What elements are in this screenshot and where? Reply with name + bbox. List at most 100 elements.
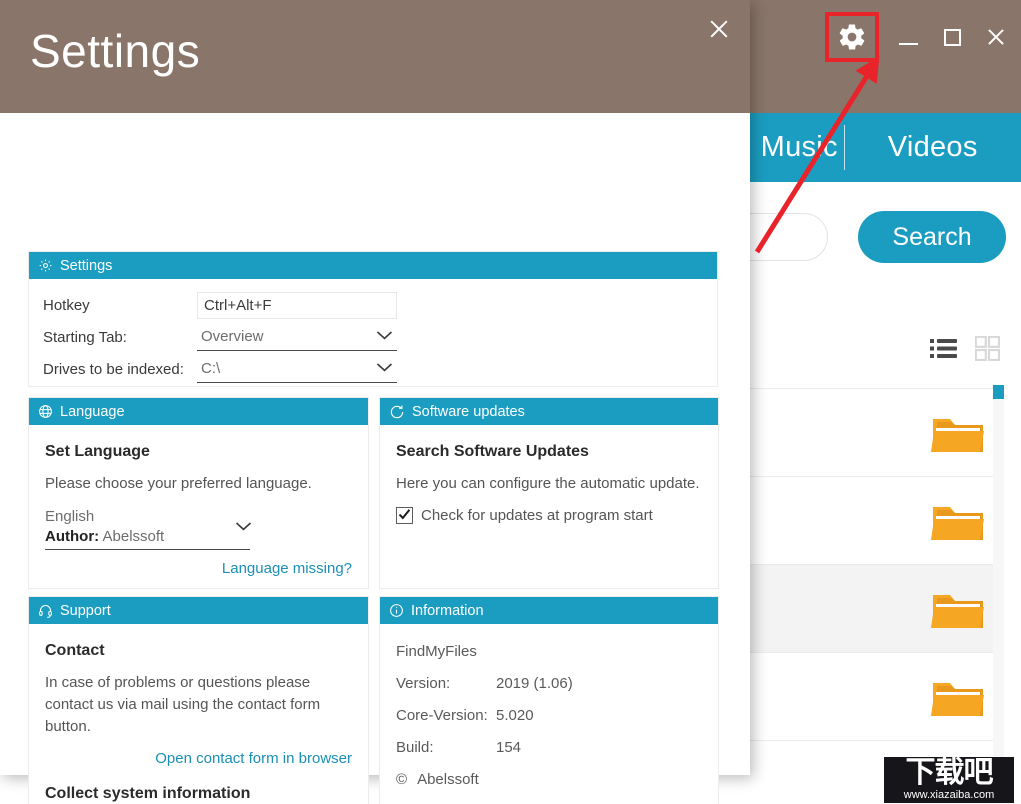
folder-icon: [931, 506, 984, 540]
copyright-symbol: ©: [396, 771, 408, 788]
settings-dialog-body: Settings Hotkey Starting Tab: Overview: [0, 113, 750, 804]
panel-settings-title: Settings: [60, 257, 113, 274]
panel-support-title: Support: [60, 602, 111, 619]
build-value: 154: [496, 739, 522, 756]
watermark-text: 下载吧: [905, 757, 994, 790]
language-author-label: Author:: [45, 528, 100, 545]
info-icon: [390, 604, 403, 617]
tab-divider: [844, 125, 846, 170]
chevron-down-icon: [376, 331, 393, 340]
language-missing-link[interactable]: Language missing?: [45, 560, 352, 577]
starting-tab-select[interactable]: Overview: [197, 323, 397, 351]
list-view-button[interactable]: [930, 338, 957, 359]
gear-icon: [39, 259, 52, 272]
window-controls: [825, 12, 1013, 62]
open-contact-form-link[interactable]: Open contact form in browser: [45, 750, 352, 767]
table-row[interactable]: [750, 477, 1000, 565]
chevron-down-icon: [376, 363, 393, 372]
panel-information-header: Information: [380, 597, 718, 624]
close-icon: [708, 18, 730, 40]
product-name: FindMyFiles: [396, 643, 477, 660]
panel-settings-header: Settings: [29, 252, 717, 279]
drives-label: Drives to be indexed:: [43, 360, 184, 378]
search-button[interactable]: Search: [858, 211, 1006, 263]
panel-support-header: Support: [29, 597, 368, 624]
refresh-icon: [390, 404, 404, 418]
language-author-value: Abelssoft: [102, 528, 165, 545]
folder-icon: [931, 594, 984, 628]
build-key: Build:: [396, 739, 434, 756]
panel-software-updates-body: Search Software Updates Here you can con…: [380, 425, 718, 532]
check-updates-checkbox[interactable]: [396, 507, 413, 524]
grid-view-icon: [975, 336, 1000, 361]
checkmark-icon: [398, 509, 411, 520]
settings-dialog-header: Settings: [0, 0, 750, 113]
drives-value: C:\: [201, 360, 221, 377]
core-version-key: Core-Version:: [396, 707, 488, 724]
collect-info-heading: Collect system information: [45, 785, 251, 802]
version-value: 2019 (1.06): [496, 675, 573, 692]
panel-language-title: Language: [60, 403, 125, 420]
settings-dialog: Settings Settings Hotkey Ctrl+Alt+F Star…: [0, 0, 750, 804]
row-starting-tab: Starting Tab: Overview: [29, 321, 717, 353]
tab-music-label: Music: [760, 131, 838, 163]
panel-software-updates: Software updates Search Software Updates…: [379, 397, 719, 589]
version-row: Version: 2019 (1.06): [396, 668, 702, 700]
hotkey-input[interactable]: [197, 291, 397, 319]
settings-gear-button[interactable]: [825, 12, 879, 62]
panel-language-body: Set Language Please choose your preferre…: [29, 425, 368, 585]
table-row[interactable]: [750, 389, 1000, 477]
results-list: [750, 388, 1000, 741]
watermark: 下载吧 www.xiazaiba.com: [884, 757, 1014, 803]
copyright-owner: Abelssoft: [417, 771, 479, 788]
results-scrollbar-thumb[interactable]: [993, 385, 1004, 399]
panel-support-body: Contact In case of problems or questions…: [29, 624, 368, 804]
gear-icon: [839, 24, 865, 50]
grid-view-button[interactable]: [975, 336, 1000, 361]
panel-software-updates-header: Software updates: [380, 398, 718, 425]
contact-text: In case of problems or questions please …: [45, 674, 321, 735]
panel-information-body: FindMyFiles Version: 2019 (1.06) Core-Ve…: [380, 624, 718, 804]
minimize-button[interactable]: [891, 20, 925, 54]
view-toggle-group: [930, 336, 1000, 361]
language-selected-value: English: [45, 508, 95, 525]
check-updates-label: Check for updates at program start: [421, 507, 653, 524]
globe-icon: [39, 405, 52, 418]
table-row[interactable]: [750, 565, 1000, 653]
software-updates-description: Here you can configure the automatic upd…: [396, 475, 700, 492]
list-view-icon: [930, 339, 957, 358]
page-title: Settings: [30, 25, 201, 77]
chevron-down-icon: [235, 522, 252, 531]
app-close-button[interactable]: [979, 20, 1013, 54]
panel-software-updates-title: Software updates: [412, 403, 525, 420]
panel-language-header: Language: [29, 398, 368, 425]
drives-select[interactable]: C:\: [197, 355, 397, 383]
maximize-button[interactable]: [935, 20, 969, 54]
panel-information: Information FindMyFiles Version: 2019 (1…: [379, 596, 719, 804]
results-scrollbar[interactable]: [993, 385, 1004, 785]
language-select[interactable]: English Author: Abelssoft: [45, 507, 252, 550]
tab-videos[interactable]: Videos: [844, 113, 1021, 182]
table-row[interactable]: [750, 653, 1000, 741]
minimize-icon: [898, 43, 918, 45]
panel-settings-body: Hotkey Starting Tab: Overview Dr: [29, 279, 717, 385]
core-version-row: Core-Version: 5.020: [396, 700, 702, 732]
close-icon: [986, 27, 1006, 47]
row-hotkey: Hotkey: [29, 289, 717, 321]
settings-dialog-close-button[interactable]: [702, 12, 736, 46]
hotkey-label: Hotkey: [43, 296, 90, 314]
panel-information-title: Information: [411, 602, 484, 619]
watermark-url: www.xiazaiba.com: [903, 789, 995, 801]
maximize-icon: [943, 28, 961, 46]
screen: Music Videos Search 下载吧 www.xiazaiba.com…: [0, 0, 1021, 804]
contact-heading: Contact: [45, 642, 105, 659]
row-drives: Drives to be indexed: C:\: [29, 353, 717, 385]
panel-language: Language Set Language Please choose your…: [28, 397, 369, 589]
starting-tab-label: Starting Tab:: [43, 328, 127, 346]
panel-settings: Settings Hotkey Starting Tab: Overview: [28, 251, 718, 387]
tab-videos-label: Videos: [887, 131, 978, 163]
folder-icon: [931, 418, 984, 452]
language-description: Please choose your preferred language.: [45, 475, 312, 492]
build-row: Build: 154: [396, 732, 702, 764]
check-updates-row[interactable]: Check for updates at program start: [396, 507, 702, 524]
